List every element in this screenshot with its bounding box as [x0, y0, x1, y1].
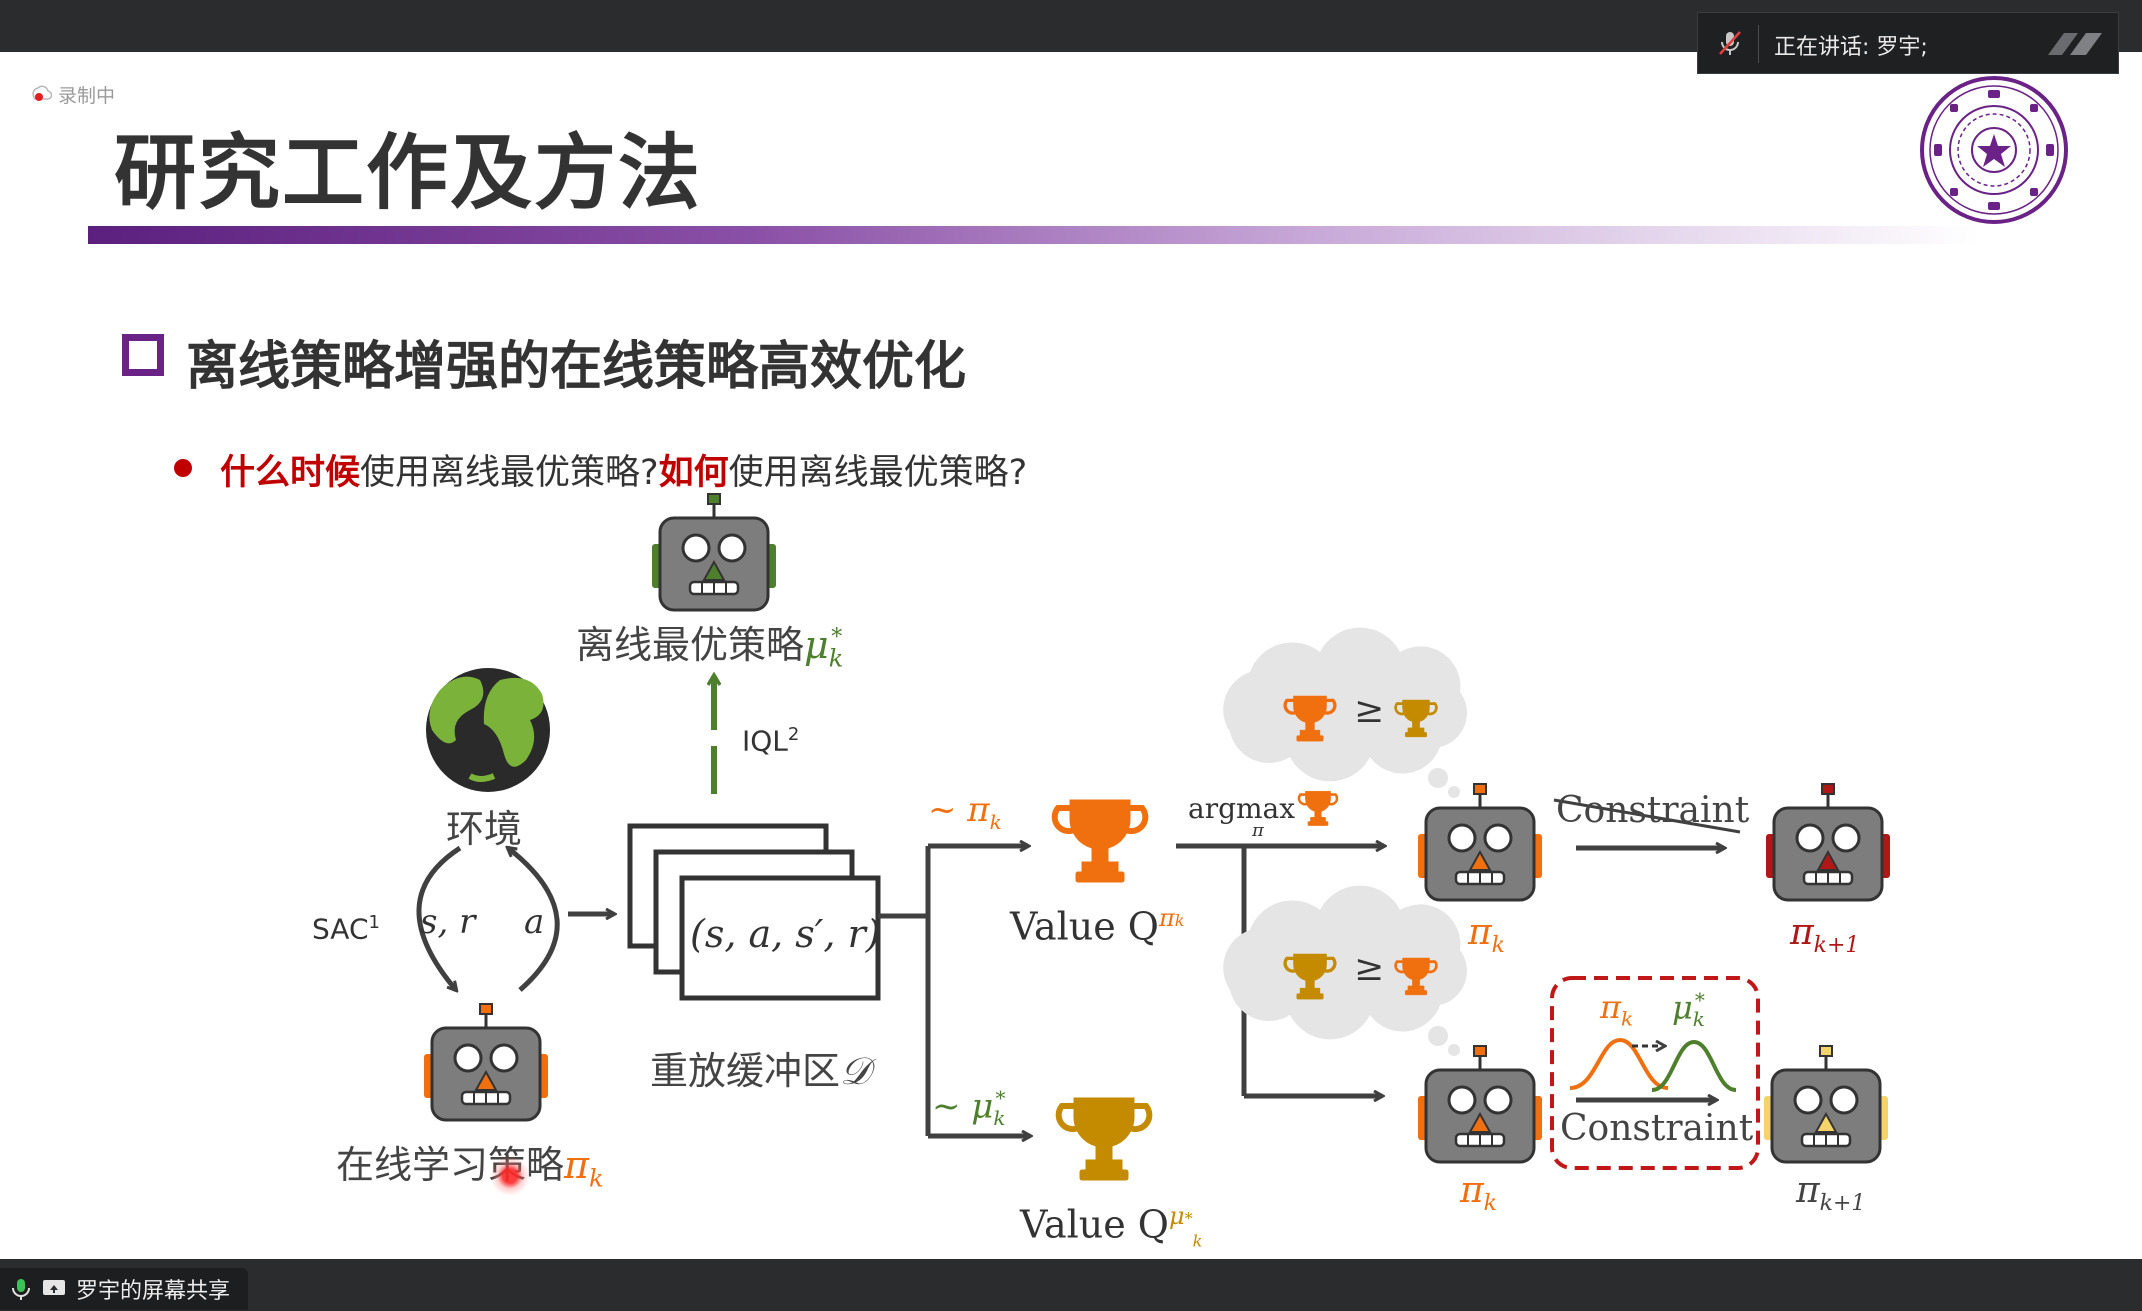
- value-q-mu-sup-sub: k: [1192, 1231, 1203, 1251]
- slide-title: 研究工作及方法: [114, 126, 703, 221]
- geq-top: ≥: [1354, 690, 1385, 731]
- constraint-struck-label: Constraint: [1556, 790, 1750, 831]
- value-q-pi-text: Value Q: [1010, 904, 1159, 949]
- speaking-text: 正在讲话: 罗宇;: [1774, 35, 1928, 60]
- pi-k1-top-sub: k+1: [1813, 933, 1860, 959]
- section-title: 离线策略增强的在线策略高效优化: [186, 337, 967, 397]
- pi-k-top-robot-icon: [1416, 783, 1544, 902]
- app-logo-icon: [2048, 33, 2102, 55]
- mic-muted-icon[interactable]: [1716, 29, 1744, 57]
- sample-pi-text: ~ π: [928, 790, 990, 830]
- pi-k1-bottom-label: πk+1: [1796, 1170, 1865, 1216]
- diagram-graphics: [416, 493, 1892, 1260]
- iql-text: IQL: [742, 724, 788, 758]
- replay-tuple-label: (s, a, s′, r): [690, 912, 881, 956]
- replay-buffer-symbol: 𝒟: [840, 1049, 871, 1093]
- online-policy-symbol: π: [564, 1143, 589, 1187]
- online-policy-label: 在线学习策略πk: [336, 1134, 604, 1193]
- recording-indicator: 录制中: [30, 80, 115, 108]
- recording-label: 录制中: [58, 84, 116, 107]
- pi-k-bottom-label: πk: [1460, 1170, 1497, 1216]
- sample-pi-sub: k: [989, 809, 1002, 834]
- online-policy-text: 在线学习策略: [336, 1143, 565, 1187]
- box-pi-text: π: [1600, 988, 1622, 1026]
- value-pi-trophy-icon: [1055, 800, 1146, 882]
- value-q-mu-label: Value Qμ* k: [1020, 1202, 1202, 1250]
- pi-k1-bottom-text: π: [1796, 1170, 1820, 1211]
- pi-k-bottom-sub: k: [1483, 1191, 1498, 1217]
- speaker-divider: [1758, 25, 1759, 63]
- bullet-dot: [174, 459, 192, 477]
- recording-icon: [30, 83, 53, 105]
- speaking-indicator: 正在讲话: 罗宇;: [1697, 12, 2119, 74]
- offline-policy-label: 离线最优策略μk*: [576, 614, 843, 673]
- pi-k1-top-text: π: [1790, 912, 1814, 953]
- s-r-label: s, r: [420, 902, 476, 942]
- box-mu-sup: *: [1694, 988, 1705, 1012]
- iql-sup: 2: [787, 724, 800, 745]
- replay-buffer-text: 重放缓冲区: [650, 1049, 841, 1093]
- sac-text: SAC: [312, 912, 369, 946]
- offline-policy-sup: *: [831, 625, 843, 651]
- earth-icon: [426, 668, 550, 792]
- geq-bottom: ≥: [1354, 948, 1385, 989]
- constraint-label: Constraint: [1560, 1108, 1754, 1149]
- box-mu-label: μk*: [1672, 988, 1705, 1031]
- env-label: 环境: [446, 807, 523, 851]
- argmax-label: argmax: [1188, 792, 1296, 825]
- pi-k-top-label: πk: [1468, 912, 1505, 958]
- box-mu-text: μ: [1672, 988, 1693, 1027]
- value-q-mu-text: Value Q: [1020, 1202, 1169, 1247]
- pi-k1-top-label: πk+1: [1790, 912, 1859, 958]
- pi-k1-bottom-sub: k+1: [1819, 1191, 1866, 1217]
- sample-mu-label: ~ μk*: [932, 1086, 1006, 1130]
- iql-label: IQL2: [742, 724, 799, 757]
- box-pi-sub: k: [1621, 1006, 1634, 1031]
- sample-mu-sup: *: [995, 1086, 1006, 1110]
- sample-mu-text: ~ μ: [932, 1086, 994, 1127]
- laser-pointer: [490, 1156, 530, 1196]
- mic-icon[interactable]: [10, 1277, 32, 1301]
- meeting-bottom-bar: [0, 1259, 2142, 1311]
- online-robot-icon: [422, 1003, 550, 1122]
- pi-k1-top-robot-icon: [1764, 783, 1892, 902]
- box-pi-label: πk: [1600, 988, 1633, 1030]
- value-q-mu-sup-star: *: [1184, 1209, 1193, 1228]
- sample-pi-label: ~ πk: [928, 790, 1002, 834]
- pi-k-bottom-robot-icon: [1416, 1045, 1544, 1164]
- pi-k-top-sub: k: [1491, 933, 1506, 959]
- sac-label: SAC1: [312, 912, 380, 945]
- section-bullet-square: [122, 334, 164, 376]
- replay-buffer-label: 重放缓冲区𝒟: [650, 1040, 870, 1095]
- online-policy-sub: k: [589, 1164, 604, 1193]
- screen-share-tab[interactable]: 罗宇的屏幕共享: [0, 1268, 249, 1310]
- value-q-pi-sup-sub: k: [1174, 911, 1185, 930]
- argmax-sub: π: [1252, 820, 1264, 841]
- value-q-mu-sup: μ: [1168, 1202, 1185, 1230]
- pi-k-top-text: π: [1468, 912, 1492, 953]
- sac-sup: 1: [368, 912, 380, 933]
- value-q-pi-label: Value Qπk: [1010, 904, 1184, 949]
- offline-policy-text: 离线最优策略: [576, 623, 805, 667]
- screen-share-icon: [43, 1280, 65, 1295]
- pi-k1-bottom-robot-icon: [1762, 1045, 1890, 1164]
- offline-policy-symbol: μ: [804, 623, 829, 667]
- value-q-pi-sup: π: [1158, 904, 1175, 932]
- method-diagram: 离线最优策略μk* IQL2 环境 SAC1 s, r a (s, a, s′,…: [0, 480, 2142, 1260]
- argmax-trophy-icon: [1297, 789, 1339, 827]
- pi-k-bottom-text: π: [1460, 1170, 1484, 1211]
- university-seal-icon: [1920, 76, 2068, 224]
- title-gradient-rule: [88, 226, 1978, 244]
- a-label: a: [524, 902, 545, 942]
- offline-robot-icon: [650, 493, 778, 612]
- screen-share-label: 罗宇的屏幕共享: [76, 1279, 231, 1304]
- value-mu-trophy-icon: [1059, 1098, 1150, 1180]
